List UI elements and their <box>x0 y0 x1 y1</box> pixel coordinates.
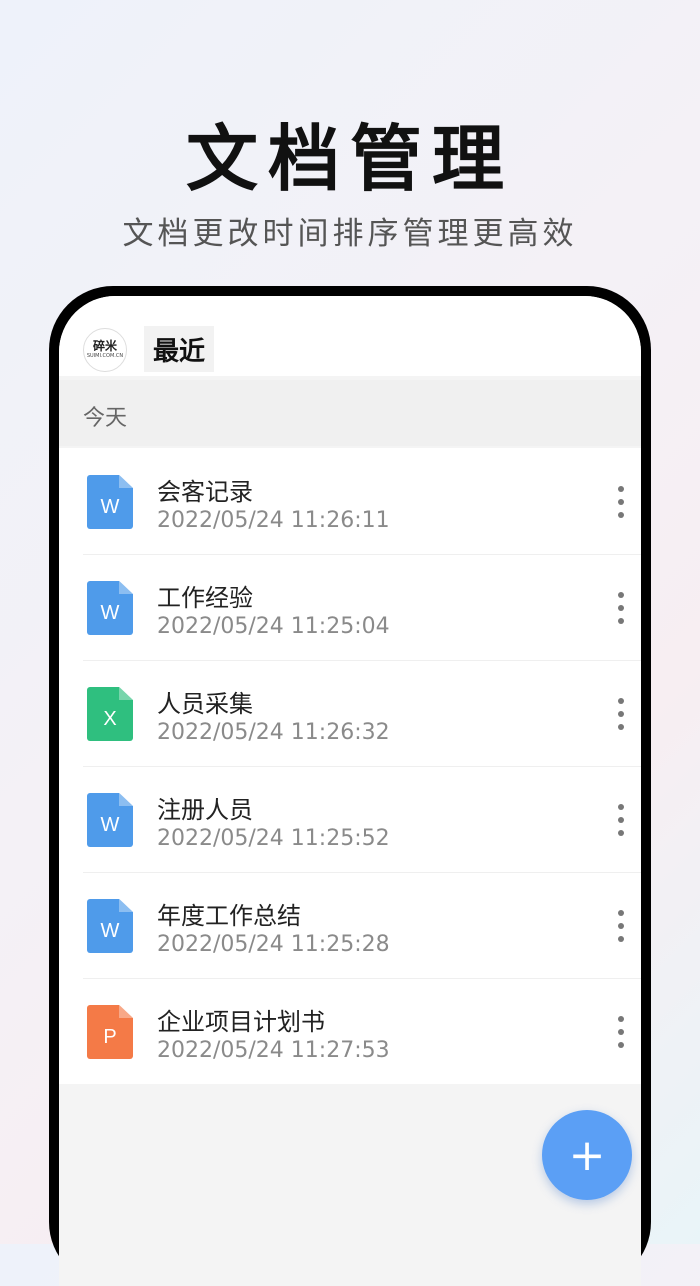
file-date: 2022/05/24 11:25:04 <box>157 614 390 639</box>
file-row[interactable]: W 工作经验 2022/05/24 11:25:04 <box>59 554 641 660</box>
page-subtitle: 文档更改时间排序管理更高效 <box>122 216 578 252</box>
app-logo[interactable]: 碎米 SUIMI.COM.CN <box>83 328 127 372</box>
file-date: 2022/05/24 11:25:28 <box>157 932 390 957</box>
add-file-button[interactable]: + <box>542 1110 632 1200</box>
more-vert-icon[interactable] <box>617 486 625 518</box>
file-name: 企业项目计划书 <box>157 1008 325 1036</box>
file-row[interactable]: W 会客记录 2022/05/24 11:26:11 <box>59 448 641 554</box>
file-date: 2022/05/24 11:27:53 <box>157 1038 390 1063</box>
word-file-icon: W <box>87 581 133 635</box>
file-date: 2022/05/24 11:25:52 <box>157 826 390 851</box>
appbar-title: 最近 <box>144 326 214 372</box>
file-name: 人员采集 <box>157 690 253 718</box>
logo-subtext: SUIMI.COM.CN <box>86 353 124 359</box>
more-vert-icon[interactable] <box>617 804 625 836</box>
file-name: 工作经验 <box>157 584 253 612</box>
file-row[interactable]: W 年度工作总结 2022/05/24 11:25:28 <box>59 872 641 978</box>
app-bar: 碎米 SUIMI.COM.CN 最近 <box>59 296 641 376</box>
file-name: 会客记录 <box>157 478 253 506</box>
file-list: W 会客记录 2022/05/24 11:26:11 W 工作经验 2022/0… <box>59 448 641 1084</box>
more-vert-icon[interactable] <box>617 698 625 730</box>
page-title: 文档管理 <box>185 117 514 201</box>
excel-file-icon: X <box>87 687 133 741</box>
file-date: 2022/05/24 11:26:32 <box>157 720 390 745</box>
plus-icon: + <box>568 1129 606 1181</box>
phone-frame: 碎米 SUIMI.COM.CN 最近 今天 W 会客记录 2022/05/24 … <box>49 286 651 1286</box>
more-vert-icon[interactable] <box>617 1016 625 1048</box>
word-file-icon: W <box>87 793 133 847</box>
file-name: 注册人员 <box>157 796 253 824</box>
file-name: 年度工作总结 <box>157 902 301 930</box>
more-vert-icon[interactable] <box>617 592 625 624</box>
file-date: 2022/05/24 11:26:11 <box>157 508 390 533</box>
file-row[interactable]: P 企业项目计划书 2022/05/24 11:27:53 <box>59 978 641 1084</box>
ppt-file-icon: P <box>87 1005 133 1059</box>
section-label: 今天 <box>83 406 128 431</box>
file-row[interactable]: X 人员采集 2022/05/24 11:26:32 <box>59 660 641 766</box>
more-vert-icon[interactable] <box>617 910 625 942</box>
app-screen: 碎米 SUIMI.COM.CN 最近 今天 W 会客记录 2022/05/24 … <box>59 296 641 1286</box>
file-row[interactable]: W 注册人员 2022/05/24 11:25:52 <box>59 766 641 872</box>
logo-text: 碎米 <box>92 339 117 353</box>
section-header: 今天 <box>59 380 641 446</box>
word-file-icon: W <box>87 899 133 953</box>
word-file-icon: W <box>87 475 133 529</box>
